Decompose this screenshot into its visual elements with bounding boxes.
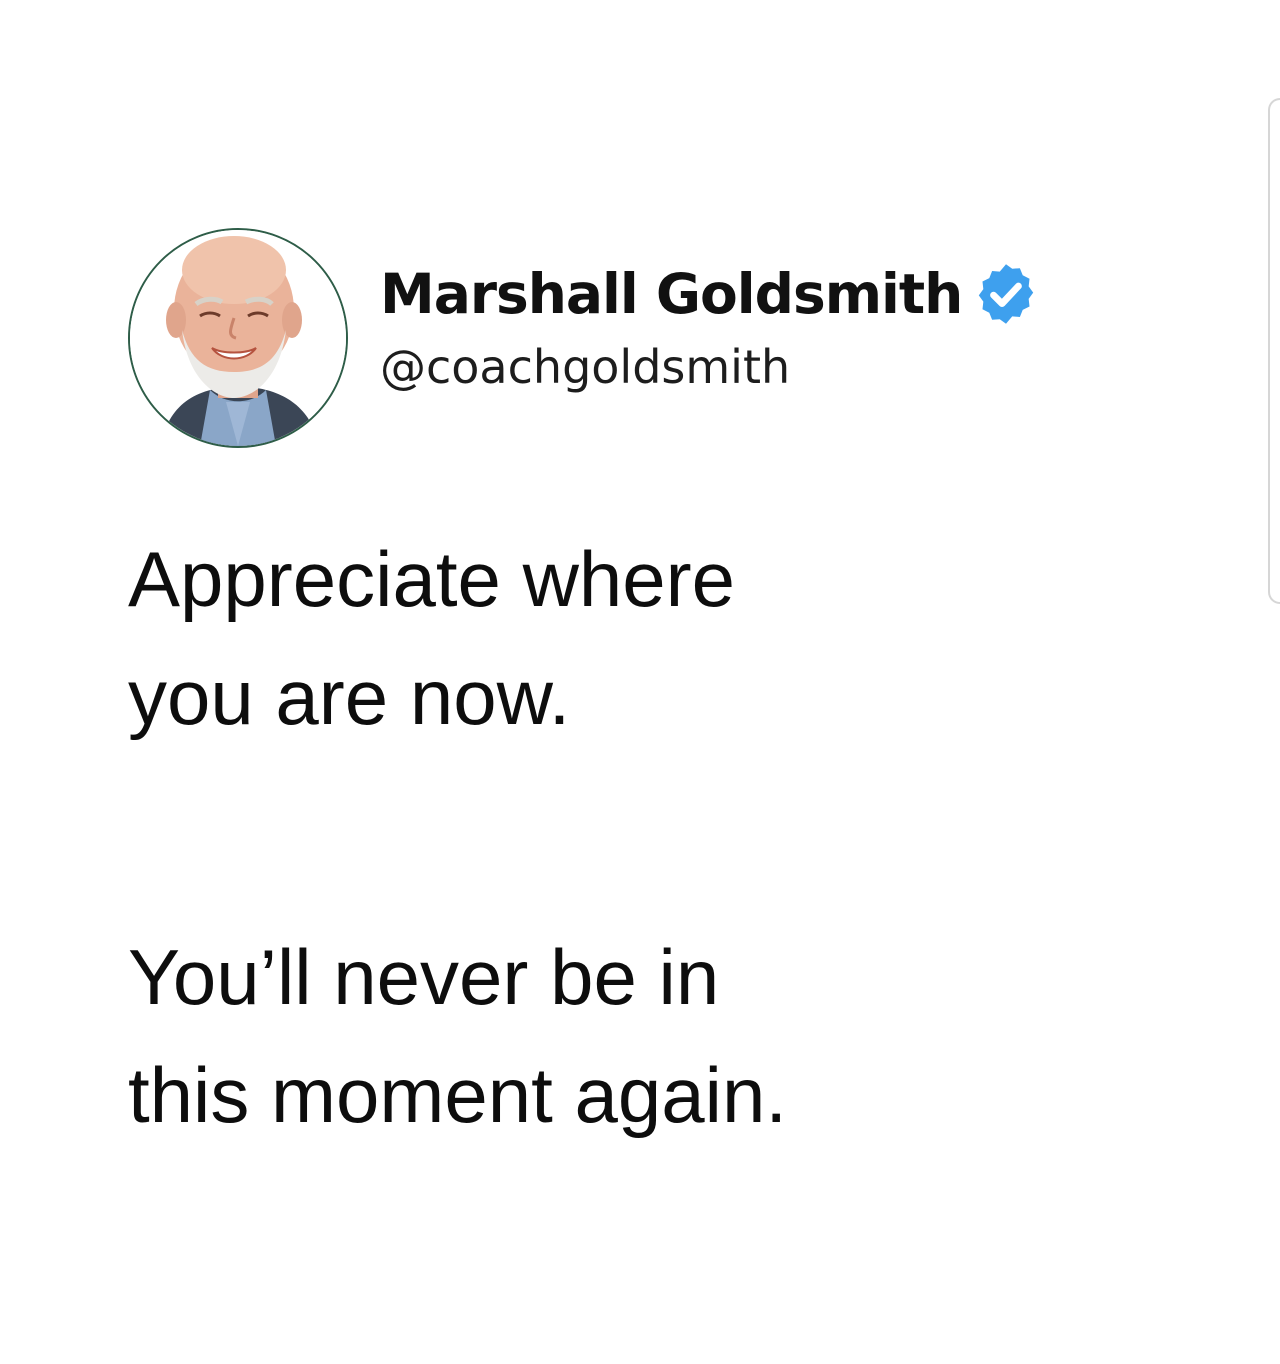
verified-badge-icon <box>972 260 1040 328</box>
tweet-line: Appreciate where <box>128 535 736 623</box>
tweet-line: this moment again. <box>128 1051 788 1139</box>
author-display-name[interactable]: Marshall Goldsmith <box>380 262 963 326</box>
profile-photo <box>130 230 346 446</box>
avatar[interactable] <box>128 228 348 448</box>
tweet-paragraph: Appreciate where you are now. <box>128 520 735 756</box>
tweet-line: You’ll never be in <box>128 933 720 1021</box>
window-edge <box>1268 98 1280 604</box>
tweet-paragraph: You’ll never be in this moment again. <box>128 918 787 1154</box>
author-name-row: Marshall Goldsmith <box>380 256 1040 332</box>
tweet-line: you are now. <box>128 653 571 741</box>
author-handle[interactable]: @coachgoldsmith <box>380 340 790 394</box>
